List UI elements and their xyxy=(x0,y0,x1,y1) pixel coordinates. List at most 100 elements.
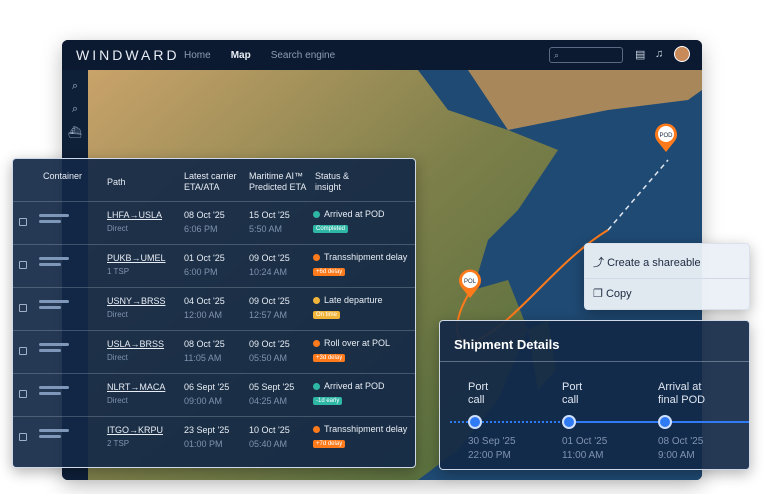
header-ai-eta: Maritime AI™ Predicted ETA xyxy=(249,171,307,192)
row-checkbox[interactable] xyxy=(19,347,27,355)
stop-2-line2: call xyxy=(562,394,579,406)
container-id-redacted xyxy=(39,300,73,316)
table-row[interactable]: USNY→BRSS Direct 04 Oct '25 12:00 AM 09 Oct … xyxy=(13,287,415,330)
search-icon[interactable]: ⌕ xyxy=(62,80,88,93)
ai-eta-time: 05:50 AM xyxy=(249,353,288,363)
carrier-eta-time: 6:00 PM xyxy=(184,267,218,277)
status-dot xyxy=(313,254,320,261)
container-id-redacted xyxy=(39,257,73,273)
stop-3-time: 9:00 AM xyxy=(658,450,695,461)
avatar[interactable] xyxy=(674,46,690,62)
route-type: Direct xyxy=(107,224,128,233)
stop-2-time: 11:00 AM xyxy=(562,450,604,461)
container-id-redacted xyxy=(39,429,73,445)
stop-1-time: 22:00 PM xyxy=(468,450,511,461)
ai-eta-date: 09 Oct '25 xyxy=(249,253,290,263)
carrier-eta-time: 09:00 AM xyxy=(184,396,223,406)
pol-label: POL xyxy=(464,279,477,285)
create-share-item[interactable]: ⤴ Create a shareable xyxy=(593,254,701,270)
status-text: Late departure xyxy=(324,295,383,305)
carrier-eta-time: 12:00 AM xyxy=(184,310,223,320)
route-type: 1 TSP xyxy=(107,267,130,276)
ai-eta-time: 10:24 AM xyxy=(249,267,288,277)
nav-search-engine[interactable]: Search engine xyxy=(271,50,336,61)
ai-eta-time: 04:25 AM xyxy=(249,396,288,406)
table-row[interactable]: LHFA→USLA Direct 08 Oct '25 6:06 PM 15 Oct '… xyxy=(13,201,415,244)
top-bar: WINDWARD Home Map Search engine ⌕ ▤ ♫ xyxy=(62,40,702,70)
container-id-redacted xyxy=(39,214,73,230)
header-path: Path xyxy=(107,177,126,187)
chat-icon[interactable]: ▤ xyxy=(635,48,645,61)
stop-3-line1: Arrival at xyxy=(658,381,702,393)
container-id-redacted xyxy=(39,343,73,359)
bell-icon[interactable]: ♫ xyxy=(655,48,663,60)
stop-2-ship-icon[interactable] xyxy=(562,415,576,429)
ai-eta-date: 05 Sept '25 xyxy=(249,382,295,392)
ai-eta-date: 15 Oct '25 xyxy=(249,210,290,220)
stop-2-date: 01 Oct '25 xyxy=(562,436,608,447)
table-row[interactable]: ITGO→KRPU 2 TSP 23 Sept '25 01:00 PM 10 Oct … xyxy=(13,416,415,459)
status-badge: +6d delay xyxy=(313,268,346,276)
status-text: Transshipment delay xyxy=(324,252,408,262)
row-checkbox[interactable] xyxy=(19,433,27,441)
copy-item[interactable]: ❐ Copy xyxy=(593,287,632,300)
path-link[interactable]: USNY→BRSS xyxy=(107,296,166,306)
status-text: Arrived at POD xyxy=(324,209,385,219)
route-type: 2 TSP xyxy=(107,439,130,448)
table-row[interactable]: NLRT→MACA Direct 06 Sept '25 09:00 AM 05 Sep… xyxy=(13,373,415,416)
table-row[interactable]: PUKB→UMEL 1 TSP 01 Oct '25 6:00 PM 09 Oct '2… xyxy=(13,244,415,287)
share-menu: ⤴ Create a shareable ❐ Copy xyxy=(584,243,751,310)
path-link[interactable]: ITGO→KRPU xyxy=(107,425,163,435)
carrier-eta-date: 08 Oct '25 xyxy=(184,210,225,220)
stop-3-date: 08 Oct '25 xyxy=(658,436,704,447)
path-link[interactable]: NLRT→MACA xyxy=(107,382,165,392)
ai-eta-time: 05:40 AM xyxy=(249,439,288,449)
row-checkbox[interactable] xyxy=(19,261,27,269)
ai-eta-date: 09 Oct '25 xyxy=(249,339,290,349)
status-badge: -1d early xyxy=(313,397,343,405)
path-link[interactable]: LHFA→USLA xyxy=(107,210,162,220)
stop-1-line1: Port xyxy=(468,381,489,393)
header-carrier-eta: Latest carrier ETA/ATA xyxy=(184,171,237,192)
nav-home[interactable]: Home xyxy=(184,50,211,61)
container-id-redacted xyxy=(39,386,73,402)
ai-eta-time: 5:50 AM xyxy=(249,224,283,234)
row-checkbox[interactable] xyxy=(19,390,27,398)
stop-1-date: 30 Sep '25 xyxy=(468,436,516,447)
route-type: Direct xyxy=(107,396,128,405)
path-link[interactable]: USLA→BRSS xyxy=(107,339,164,349)
status-dot xyxy=(313,383,320,390)
status-badge: On time xyxy=(313,311,341,319)
status-badge: +7d delay xyxy=(313,440,346,448)
nav-map[interactable]: Map xyxy=(231,50,251,61)
stop-1-line2: call xyxy=(468,394,485,406)
stop-3-ship-icon[interactable] xyxy=(658,415,672,429)
create-share-label: Create a shareable xyxy=(607,257,701,269)
row-checkbox[interactable] xyxy=(19,304,27,312)
status-badge: +3d delay xyxy=(313,354,346,362)
search-icon: ⌕ xyxy=(554,50,560,60)
zoom-icon[interactable]: ⌕ xyxy=(62,103,88,116)
share-icon: ⤴ xyxy=(593,257,604,269)
status-dot xyxy=(313,211,320,218)
search-input[interactable]: ⌕ xyxy=(549,47,623,63)
carrier-eta-date: 08 Oct '25 xyxy=(184,339,225,349)
ai-eta-time: 12:57 AM xyxy=(249,310,288,320)
header-status: Status & insight xyxy=(315,171,350,192)
stop-1-ship-icon[interactable] xyxy=(468,415,482,429)
carrier-eta-date: 04 Oct '25 xyxy=(184,296,225,306)
carrier-eta-date: 23 Sept '25 xyxy=(184,425,230,435)
ai-eta-date: 10 Oct '25 xyxy=(249,425,290,435)
details-title: Shipment Details xyxy=(454,337,560,352)
status-badge: Completed xyxy=(313,225,349,233)
ship-icon[interactable]: ⛴ xyxy=(62,126,88,139)
stop-3-line2: final POD xyxy=(658,394,706,406)
status-dot xyxy=(313,426,320,433)
path-link[interactable]: PUKB→UMEL xyxy=(107,253,166,263)
status-text: Arrived at POD xyxy=(324,381,385,391)
shipments-table: Container Path Latest carrier ETA/ATA Ma… xyxy=(12,158,416,468)
carrier-eta-time: 6:06 PM xyxy=(184,224,218,234)
table-row[interactable]: USLA→BRSS Direct 08 Oct '25 11:05 AM 09 Oct … xyxy=(13,330,415,373)
row-checkbox[interactable] xyxy=(19,218,27,226)
ai-eta-date: 09 Oct '25 xyxy=(249,296,290,306)
